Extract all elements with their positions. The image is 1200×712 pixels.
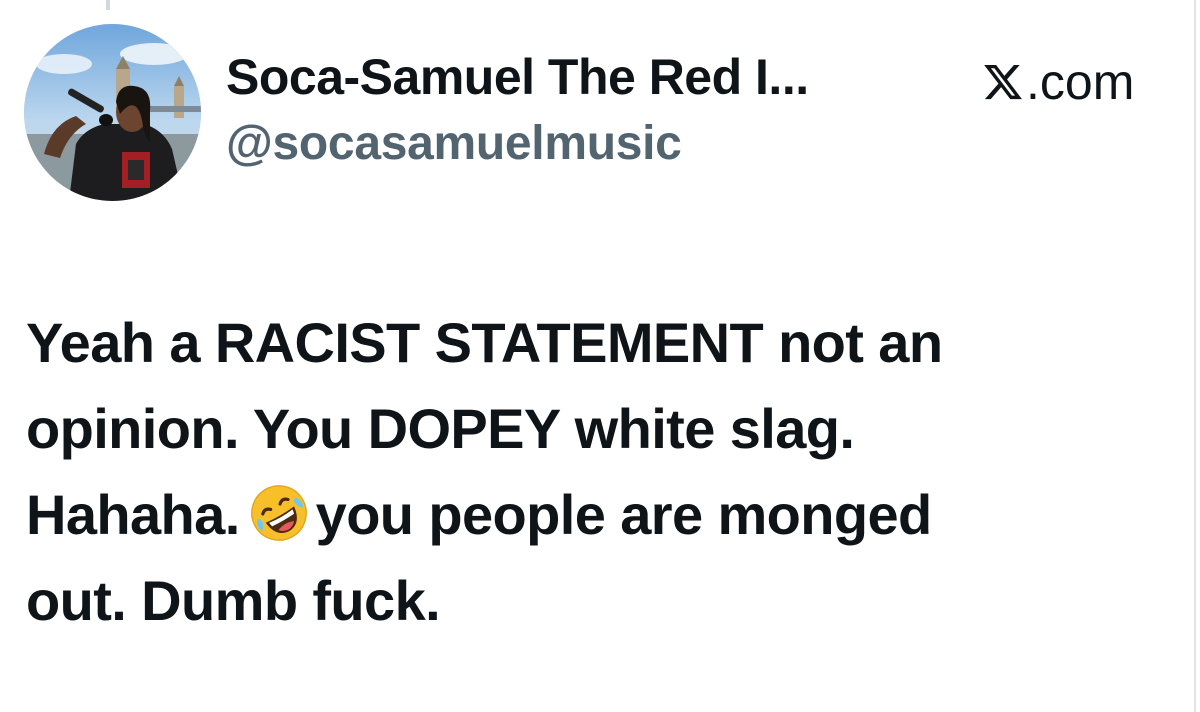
source-label[interactable]: .com [982, 52, 1134, 112]
tweet-text-line-3-end: you people are monged [315, 483, 933, 546]
tweet-text-line-2: opinion. You DOPEY white slag. [26, 397, 855, 460]
tweet-text-line-3: Hahaha. you people are monged [26, 472, 1156, 558]
user-handle[interactable]: @socasamuelmusic [226, 114, 809, 174]
avatar-photo-icon [24, 24, 201, 201]
display-name[interactable]: Soca-Samuel The Red I... [226, 46, 809, 108]
tweet-text-line-3-start: Hahaha. [26, 483, 240, 546]
tweet-text-line-4: out. Dumb fuck. [26, 569, 441, 632]
tweet-screenshot: Soca-Samuel The Red I... @socasamuelmusi… [0, 0, 1200, 712]
rolling-on-floor-laughing-emoji-icon [250, 485, 307, 541]
avatar[interactable] [24, 24, 201, 201]
user-info: Soca-Samuel The Red I... @socasamuelmusi… [226, 46, 809, 174]
thread-connector-line [106, 0, 110, 10]
x-logo-icon [984, 64, 1022, 100]
right-edge-border [1194, 0, 1196, 712]
source-domain-text: .com [1026, 54, 1135, 110]
tweet-header: Soca-Samuel The Red I... @socasamuelmusi… [24, 24, 1174, 204]
tweet-text-line-1: Yeah a RACIST STATEMENT not an [26, 311, 943, 374]
tweet-text: Yeah a RACIST STATEMENT not an opinion. … [26, 300, 1156, 644]
